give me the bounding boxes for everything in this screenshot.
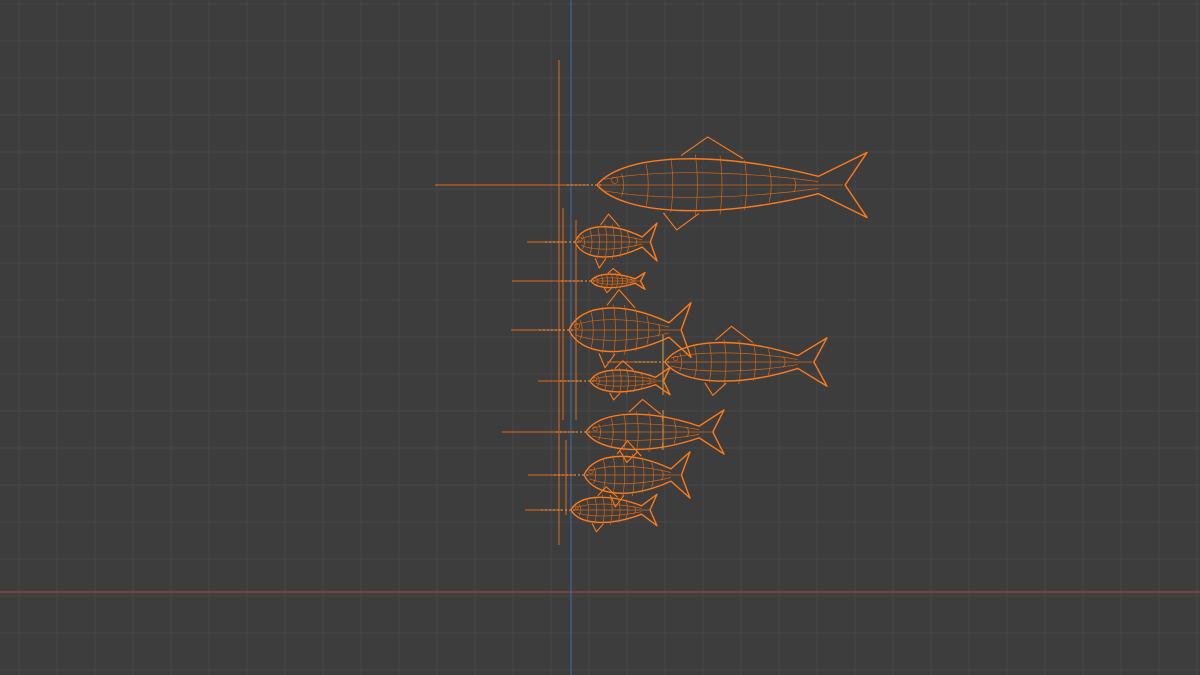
wireframe-edge [580, 243, 643, 250]
ventral-fin [603, 287, 612, 294]
wireframe-edge [602, 188, 819, 198]
ventral-fin [704, 382, 727, 396]
wireframe-edge [589, 465, 672, 473]
wireframe-edge [576, 511, 642, 517]
dorsal-fin [628, 398, 662, 415]
ventral-fin [609, 392, 621, 401]
ventral-fin [662, 212, 700, 231]
wireframe-edge [589, 477, 672, 485]
fish-8[interactable] [528, 440, 691, 515]
wireframe-edge [595, 382, 656, 387]
wireframe-edge [595, 375, 656, 380]
fish-eye [593, 377, 598, 381]
fish-3[interactable] [512, 268, 646, 294]
wireframe-edge [602, 172, 819, 182]
fish-collection [435, 60, 868, 545]
3d-viewport[interactable] [0, 0, 1200, 675]
dorsal-fin [715, 325, 754, 343]
dorsal-fin [600, 213, 620, 228]
dorsal-fin [607, 268, 621, 275]
fish-eye [611, 176, 619, 184]
wireframe-edge [591, 434, 700, 441]
viewport-scene[interactable] [0, 0, 1200, 675]
fish-2[interactable] [527, 208, 658, 420]
ventral-fin [591, 523, 604, 533]
fish-eye [578, 237, 583, 242]
floor-grid [0, 0, 1200, 675]
wireframe-edge [591, 423, 700, 430]
fish-eye [574, 505, 579, 510]
fish-7[interactable] [502, 398, 725, 463]
ventral-fin [598, 353, 616, 369]
fish-1[interactable] [435, 60, 868, 545]
dorsal-fin [606, 289, 636, 309]
fish-9[interactable] [525, 486, 658, 533]
wireframe-edge [580, 234, 643, 241]
dorsal-fin [680, 136, 744, 160]
wireframe-edge [576, 503, 642, 509]
